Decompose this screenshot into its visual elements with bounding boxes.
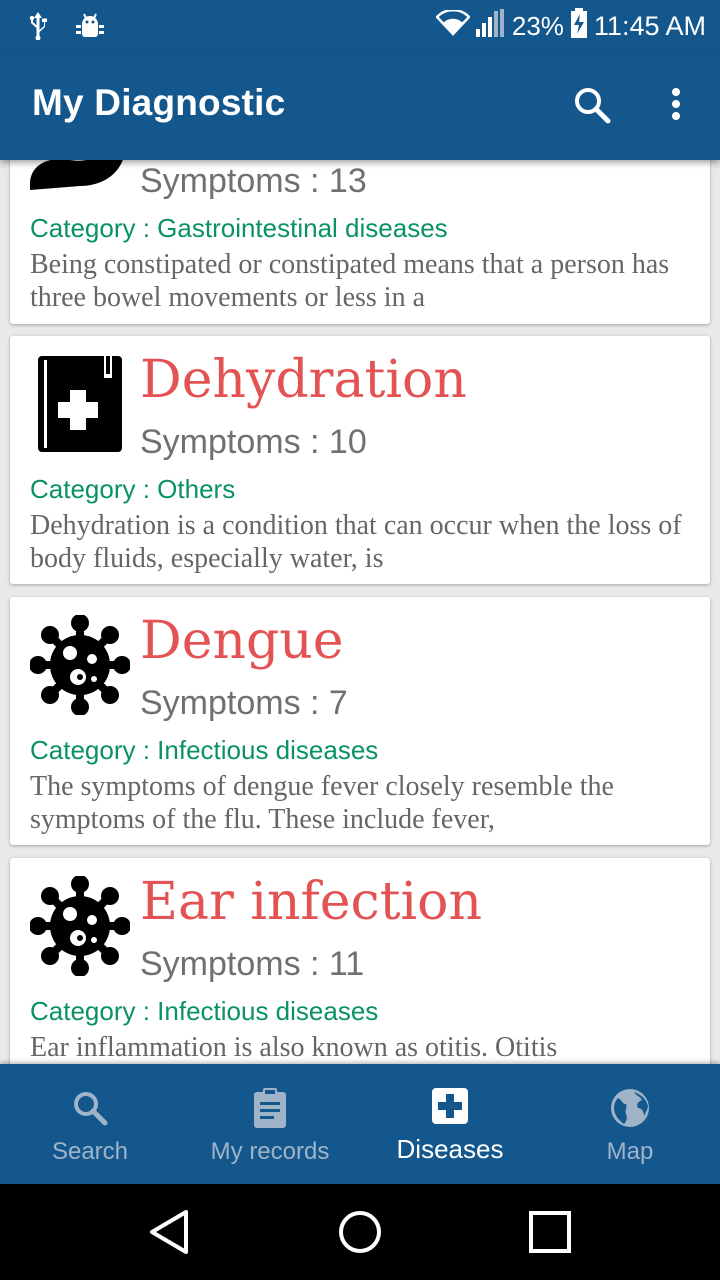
nav-label: Diseases [396, 1134, 504, 1164]
recents-button[interactable] [526, 1208, 574, 1256]
disease-name: Dehydration [140, 350, 467, 410]
system-navigation-bar [0, 1184, 720, 1280]
disease-description: The symptoms of dengue fever closely res… [30, 771, 614, 835]
virus-icon [29, 875, 131, 977]
usb-icon [26, 10, 50, 45]
clipboard-icon [254, 1088, 286, 1128]
wifi-icon [435, 8, 471, 43]
disease-card[interactable]: Ear infection Symptoms : 11 Category : I… [10, 858, 710, 1064]
disease-description: Being constipated or constipated means t… [30, 249, 670, 313]
disease-card[interactable]: Dengue Symptoms : 7 Category : Infectiou… [10, 597, 710, 845]
battery-percent: 23% [511, 11, 564, 41]
nav-search[interactable]: Search [0, 1064, 180, 1184]
disease-description: Ear inflammation is also known as otitis… [30, 1032, 558, 1063]
disease-card[interactable]: Dehydration Symptoms : 10 Category : Oth… [10, 336, 710, 584]
clock: 11:45 AM [593, 11, 706, 41]
home-icon [339, 1211, 381, 1253]
disease-list[interactable]: Symptoms : 13 Category : Gastrointestina… [0, 160, 720, 1064]
category-label: Category : Others [30, 474, 236, 504]
more-vert-icon [672, 88, 680, 120]
category-label: Category : Gastrointestinal diseases [30, 213, 448, 243]
medical-plus-icon [432, 1088, 468, 1124]
nav-diseases[interactable]: Diseases [360, 1064, 540, 1184]
search-icon [575, 88, 611, 124]
symptoms-count: Symptoms : 7 [140, 684, 348, 722]
android-debug-icon [76, 10, 104, 45]
disease-name: Ear infection [140, 872, 482, 932]
home-button[interactable] [336, 1208, 384, 1256]
recents-icon [529, 1211, 571, 1253]
app-title: My Diagnostic [32, 82, 286, 123]
back-icon [150, 1210, 188, 1254]
nav-map[interactable]: Map [540, 1064, 720, 1184]
search-button[interactable] [566, 80, 618, 132]
symptoms-count: Symptoms : 10 [140, 423, 367, 461]
stomach-icon [30, 160, 130, 194]
globe-icon [611, 1089, 649, 1127]
nav-label: Map [606, 1138, 654, 1165]
nav-label: Search [51, 1138, 129, 1165]
symptoms-count: Symptoms : 11 [140, 945, 365, 983]
category-label: Category : Infectious diseases [30, 996, 379, 1026]
search-icon [74, 1092, 108, 1126]
back-button[interactable] [146, 1208, 194, 1256]
disease-name: Dengue [140, 611, 344, 671]
app-bar: My Diagnostic [0, 52, 720, 160]
virus-icon [29, 614, 131, 716]
disease-description: Dehydration is a condition that can occu… [30, 510, 682, 574]
nav-my-records[interactable]: My records [180, 1064, 360, 1184]
disease-card[interactable]: Symptoms : 13 Category : Gastrointestina… [10, 160, 710, 324]
nav-label: My records [210, 1138, 330, 1165]
category-label: Category : Infectious diseases [30, 735, 379, 765]
status-bar: 23% 11:45 AM [0, 0, 720, 52]
bottom-navigation: Search My records Diseases Map [0, 1064, 720, 1184]
symptoms-count: Symptoms : 13 [140, 162, 367, 200]
battery-charging-icon [570, 8, 588, 45]
overflow-menu-button[interactable] [654, 80, 698, 132]
signal-icon [475, 9, 506, 44]
medical-book-icon [30, 354, 130, 454]
